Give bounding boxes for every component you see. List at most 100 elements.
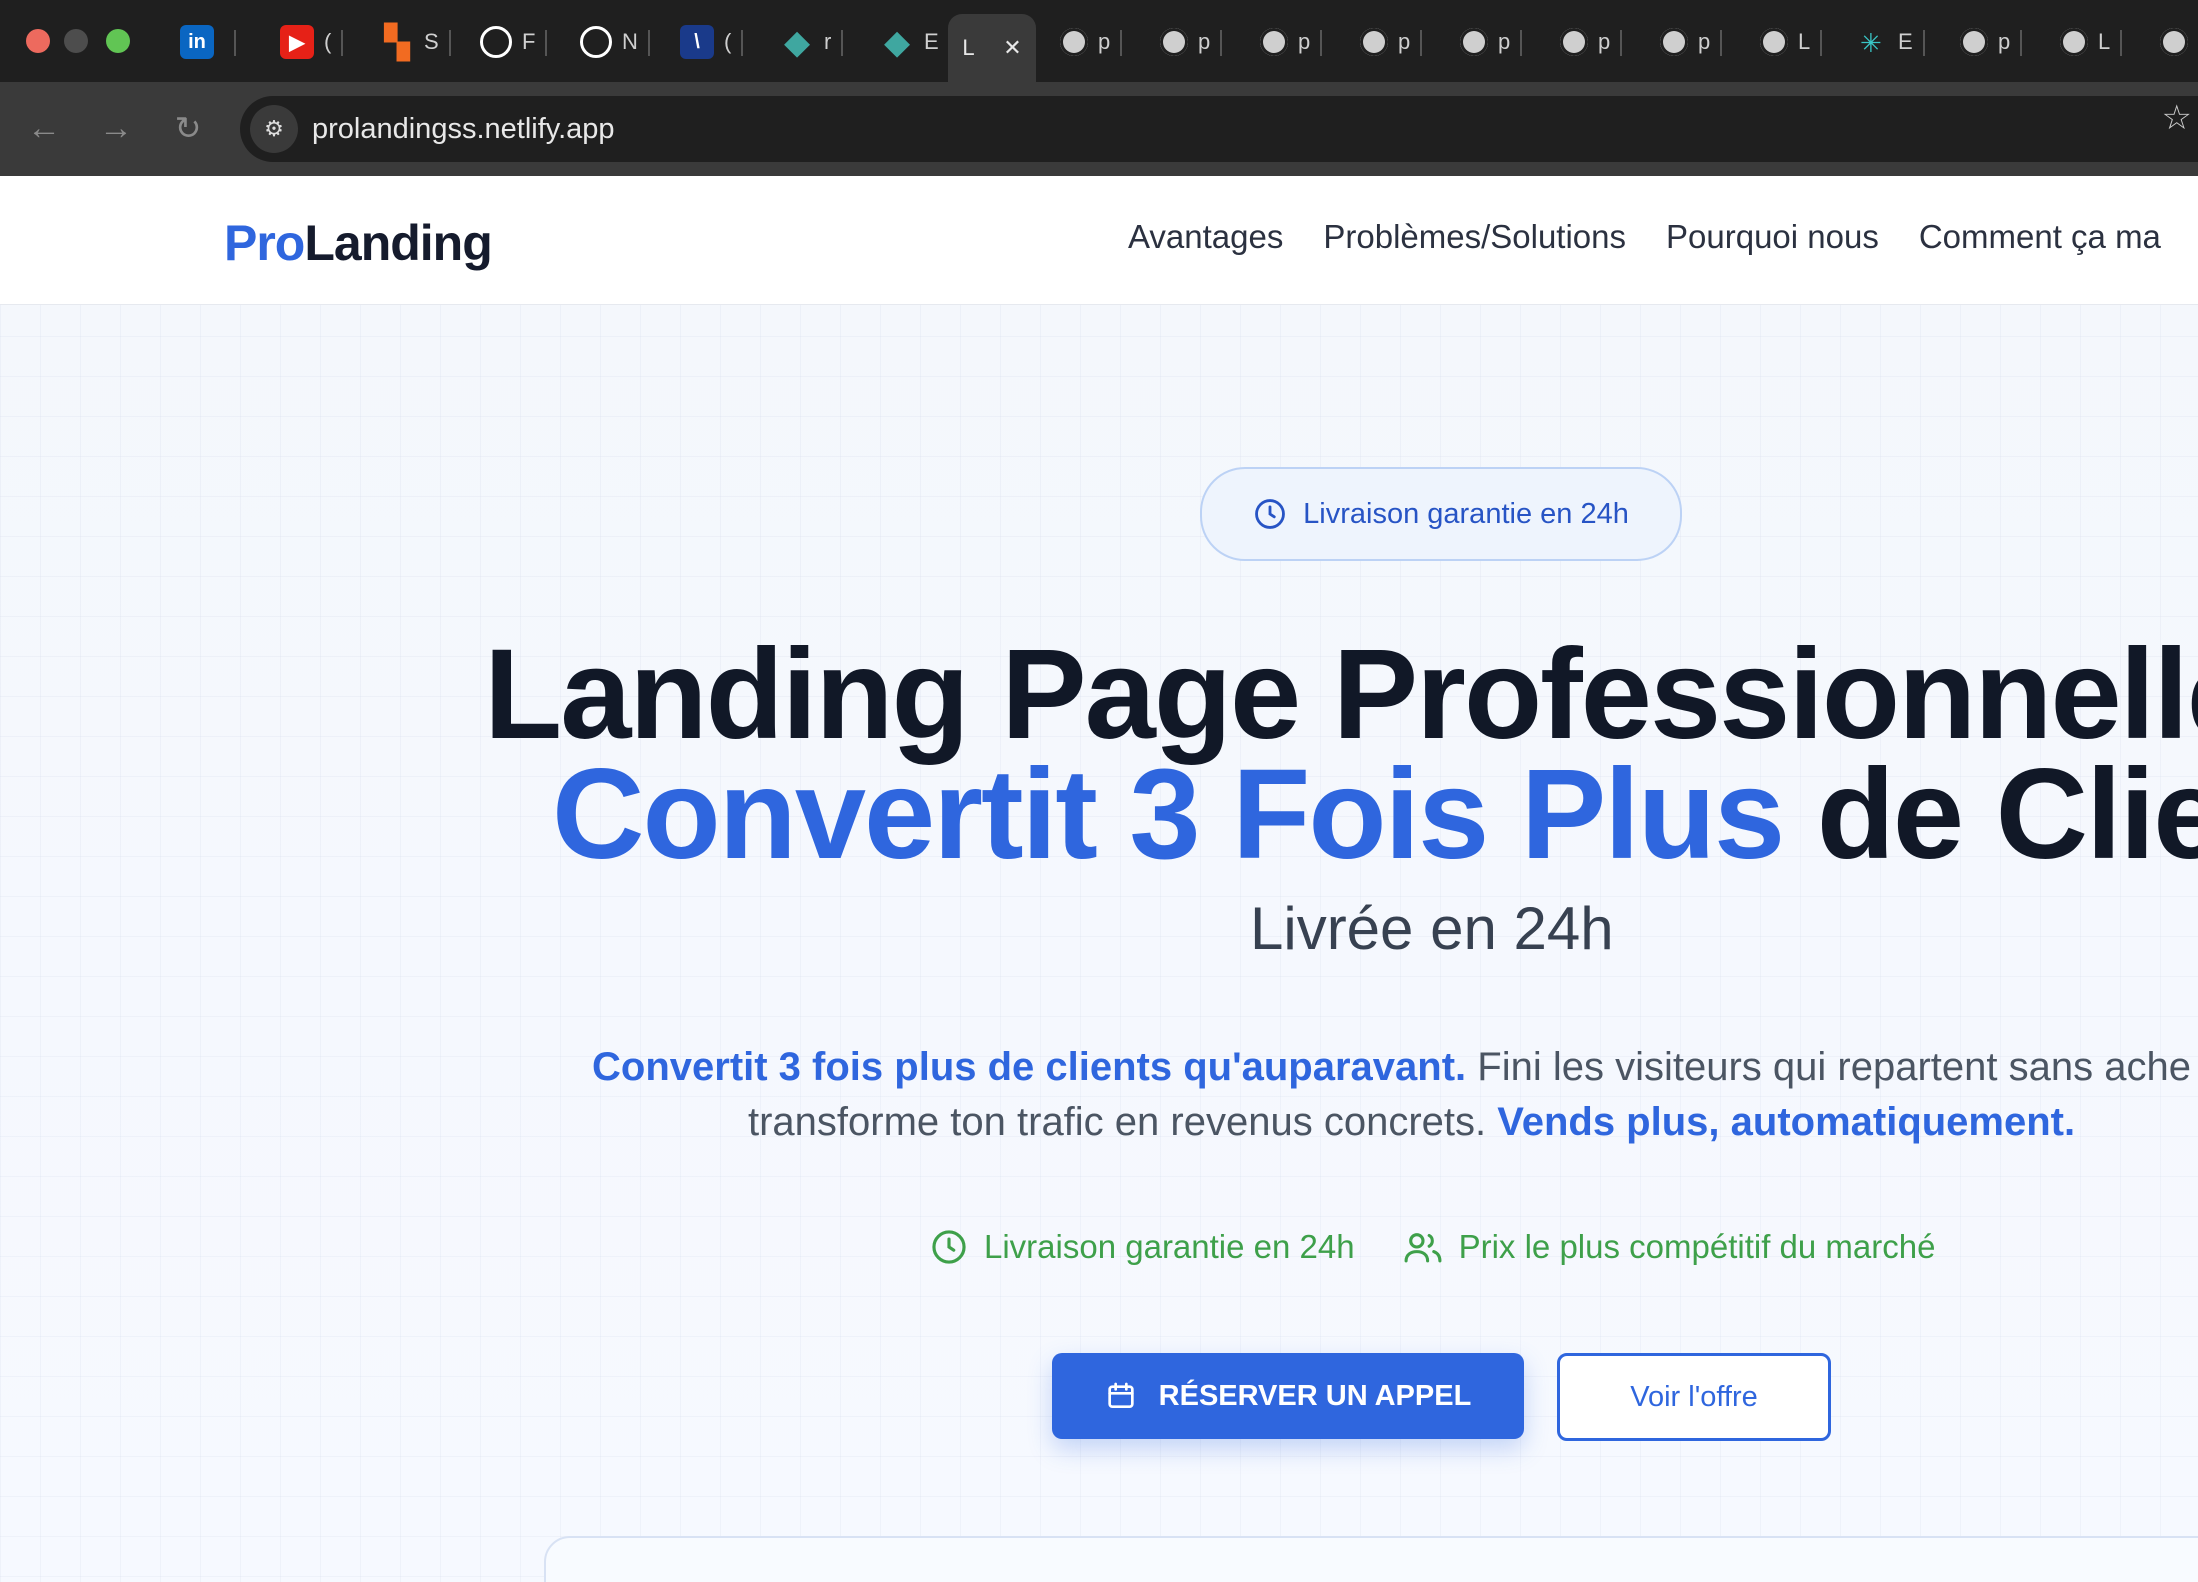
hero-subtitle: Livrée en 24h [1250, 895, 1614, 962]
browser-tab-label: p [1598, 29, 1611, 54]
browser-tab-strip: in ▶(▚ S F N \(◆ r ◆ E L ✕ p p p p p p p L ✳ Ep L [0, 0, 2198, 82]
browser-tab[interactable]: p [1660, 14, 1723, 70]
active-tab-label: L [962, 35, 975, 60]
browser-tab-label: r [824, 29, 832, 54]
browser-tab-label: p [1198, 29, 1211, 54]
badge-text: Livraison garantie en 24h [1303, 497, 1629, 530]
browser-tab[interactable]: N [580, 14, 650, 70]
browser-tab[interactable]: F [480, 14, 548, 70]
preview-card [544, 1536, 2198, 1582]
browser-tab-label: F [522, 29, 536, 54]
browser-tab-label: ( [324, 29, 332, 54]
browser-tab[interactable]: p [1260, 14, 1323, 70]
globe-icon [1460, 28, 1488, 56]
nav-link-pourquoi-nous[interactable]: Pourquoi nous [1666, 218, 1879, 256]
hero-title-rest: de Clien [1816, 743, 2198, 886]
address-bar[interactable]: ⚙ prolandingss.netlify.app [240, 96, 2198, 162]
linkedin-icon: in [180, 25, 214, 59]
nav-link-comment-ca-marche[interactable]: Comment ça ma [1919, 218, 2161, 256]
site-logo[interactable]: ProLanding [224, 214, 493, 272]
browser-tab[interactable]: L [2060, 14, 2123, 70]
browser-tab[interactable]: p [1460, 14, 1523, 70]
delivery-badge: Livraison garantie en 24h [1200, 467, 1682, 561]
browser-tab[interactable]: in [180, 14, 236, 70]
book-call-button[interactable]: RÉSERVER UN APPEL [1052, 1353, 1524, 1439]
hero-paragraph-line1: Convertit 3 fois plus de clients qu'aupa… [592, 1034, 2191, 1100]
minimize-window-button[interactable] [64, 29, 88, 53]
github-icon [480, 26, 512, 58]
browser-tab-label: p [1698, 29, 1711, 54]
feature-price: Prix le plus compétitif du marché [1403, 1228, 1936, 1266]
browser-tab-label: p [1298, 29, 1311, 54]
close-tab-icon[interactable]: ✕ [1003, 35, 1021, 61]
calendar-icon [1108, 1382, 1134, 1408]
nav-link-avantages[interactable]: Avantages [1128, 218, 1283, 256]
browser-tab-label: p [1398, 29, 1411, 54]
hero-title-highlight: Convertit 3 Fois Plus [552, 743, 1785, 886]
diamond-icon: ◆ [884, 24, 910, 60]
logo-pro: Pro [224, 215, 305, 271]
bookmark-star-icon[interactable]: ☆ [2162, 98, 2192, 138]
globe-icon [1260, 28, 1288, 56]
globe-icon [1660, 28, 1688, 56]
hero-title-line2: Convertit 3 Fois Plus de Clien [552, 741, 2198, 888]
feature-price-text: Prix le plus compétitif du marché [1458, 1228, 1936, 1265]
browser-tab[interactable]: ✳ E [1860, 14, 1925, 70]
book-call-label: RÉSERVER UN APPEL [1158, 1379, 1472, 1412]
browser-tab-label: E [1898, 29, 1913, 54]
browser-tab[interactable]: ▶( [280, 14, 344, 70]
main-menu: Avantages Problèmes/Solutions Pourquoi n… [1128, 218, 2161, 256]
sparkle-icon: ✳ [1860, 28, 1882, 58]
browser-tab[interactable]: p [1560, 14, 1623, 70]
feature-delivery: Livraison garantie en 24h [930, 1228, 1355, 1266]
browser-tab-label: p [1098, 29, 1111, 54]
nav-link-problemes-solutions[interactable]: Problèmes/Solutions [1323, 218, 1626, 256]
globe-icon [1060, 28, 1088, 56]
globe-icon [1960, 28, 1988, 56]
diamond-icon: ◆ [784, 24, 810, 60]
browser-tab-label: S [424, 29, 439, 54]
browser-tab-label: L [1798, 29, 1811, 54]
maximize-window-button[interactable] [106, 29, 130, 53]
paragraph-text-2: transforme ton trafic en revenus concret… [748, 1100, 1487, 1144]
active-tab[interactable]: L ✕ [948, 14, 1036, 82]
youtube-icon: ▶ [280, 25, 314, 59]
browser-tab[interactable]: p [1160, 14, 1223, 70]
view-offer-button[interactable]: Voir l'offre [1557, 1353, 1831, 1441]
reload-icon[interactable]: ↻ [166, 106, 210, 150]
browser-tab[interactable]: ◆ E [880, 14, 951, 70]
browser-tab[interactable]: p [1360, 14, 1423, 70]
paragraph-text-1: Fini les visiteurs qui repartent sans ac… [1477, 1045, 2191, 1089]
forward-arrow-icon[interactable]: → [94, 106, 138, 150]
browser-tab[interactable]: p [1060, 14, 1123, 70]
browser-tab-label: L [2098, 29, 2111, 54]
clock-icon [932, 1230, 966, 1264]
browser-tab[interactable]: ◆ r [780, 14, 844, 70]
browser-tab-label: p [1498, 29, 1511, 54]
globe-icon [1160, 28, 1188, 56]
slash-app-icon: \ [680, 25, 714, 59]
hero-features: Livraison garantie en 24h Prix le plus c… [930, 1228, 1935, 1266]
site-settings-icon[interactable]: ⚙ [250, 105, 298, 153]
globe-icon [1360, 28, 1388, 56]
globe-icon [1760, 28, 1788, 56]
page-content: ProLanding Avantages Problèmes/Solutions… [0, 176, 2198, 1582]
close-window-button[interactable] [26, 29, 50, 53]
browser-tab[interactable]: ▚ S [380, 14, 451, 70]
globe-icon [2060, 28, 2088, 56]
browser-tab[interactable]: p [1960, 14, 2023, 70]
browser-tab[interactable]: \( [680, 14, 744, 70]
browser-tab[interactable] [2160, 14, 2198, 70]
logo-landing: Landing [304, 215, 492, 271]
users-icon [1404, 1233, 1442, 1263]
github-icon [580, 26, 612, 58]
back-arrow-icon[interactable]: ← [22, 106, 66, 150]
browser-tab-label: E [924, 29, 939, 54]
orange-app-icon: ▚ [384, 24, 410, 60]
browser-tab[interactable]: L [1760, 14, 1823, 70]
clock-icon [1255, 499, 1286, 529]
url-text[interactable]: prolandingss.netlify.app [312, 113, 615, 146]
browser-tab-label: p [1998, 29, 2011, 54]
site-header: ProLanding Avantages Problèmes/Solutions… [0, 176, 2198, 305]
paragraph-highlight-2: Vends plus, automatiquement. [1497, 1100, 2076, 1144]
